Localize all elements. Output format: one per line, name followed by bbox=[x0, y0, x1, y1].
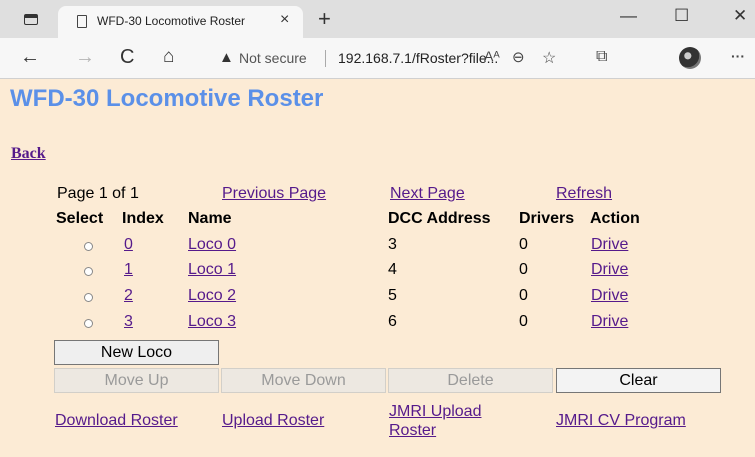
index-link-2[interactable]: 2 bbox=[124, 287, 133, 305]
url-text[interactable]: 192.168.7.1/fRoster?file... bbox=[338, 50, 498, 66]
drivers-0: 0 bbox=[519, 236, 528, 253]
select-radio-1[interactable] bbox=[84, 267, 93, 276]
drive-link-3[interactable]: Drive bbox=[591, 313, 628, 331]
browser-tab[interactable]: WFD-30 Locomotive Roster × bbox=[58, 6, 303, 38]
browser-titlebar: WFD-30 Locomotive Roster × + — ☐ ✕ bbox=[0, 0, 755, 38]
jmri-upload-line-1: JMRI Upload bbox=[389, 403, 482, 420]
warning-icon[interactable]: ▲ bbox=[219, 49, 234, 66]
jmri-upload-roster-link[interactable]: JMRI Upload Roster bbox=[389, 402, 481, 440]
upload-roster-link[interactable]: Upload Roster bbox=[222, 412, 324, 430]
new-tab-icon[interactable]: + bbox=[318, 6, 331, 32]
column-header-index: Index bbox=[122, 210, 164, 227]
move-down-button[interactable]: Move Down bbox=[221, 368, 386, 393]
tab-title: WFD-30 Locomotive Roster bbox=[97, 14, 246, 28]
forward-arrow-icon[interactable]: → bbox=[75, 46, 95, 69]
page-info: Page 1 of 1 bbox=[57, 185, 139, 202]
tab-actions-icon[interactable] bbox=[24, 14, 38, 25]
select-radio-2[interactable] bbox=[84, 293, 93, 302]
drivers-1: 0 bbox=[519, 261, 528, 278]
index-link-3[interactable]: 3 bbox=[124, 313, 133, 331]
page-title: WFD-30 Locomotive Roster bbox=[10, 85, 324, 112]
column-header-dcc-address: DCC Address bbox=[388, 210, 491, 227]
page-icon bbox=[77, 15, 87, 28]
more-menu-icon[interactable]: ··· bbox=[731, 48, 745, 64]
maximize-icon[interactable]: ☐ bbox=[674, 6, 689, 26]
browser-toolbar: ← → C ⌂ ▲ Not secure 192.168.7.1/fRoster… bbox=[0, 38, 755, 79]
clear-button[interactable]: Clear bbox=[556, 368, 721, 393]
previous-page-link[interactable]: Previous Page bbox=[222, 185, 326, 203]
select-radio-0[interactable] bbox=[84, 242, 93, 251]
read-aloud-icon[interactable]: Aᴬ bbox=[484, 48, 500, 64]
reload-icon[interactable]: C bbox=[120, 46, 134, 69]
next-page-link[interactable]: Next Page bbox=[390, 185, 465, 203]
column-header-name: Name bbox=[188, 210, 232, 227]
loco-name-link-3[interactable]: Loco 3 bbox=[188, 313, 236, 331]
back-link[interactable]: Back bbox=[11, 145, 46, 163]
new-loco-button[interactable]: New Loco bbox=[54, 340, 219, 365]
select-radio-3[interactable] bbox=[84, 319, 93, 328]
collections-icon[interactable]: ⧉ bbox=[596, 48, 607, 66]
dcc-address-3: 6 bbox=[388, 313, 397, 330]
profile-avatar[interactable] bbox=[679, 47, 701, 69]
security-label[interactable]: Not secure bbox=[239, 50, 307, 66]
drivers-3: 0 bbox=[519, 313, 528, 330]
jmri-upload-line-2: Roster bbox=[389, 422, 437, 439]
url-separator bbox=[325, 50, 326, 67]
column-header-action: Action bbox=[590, 210, 640, 227]
jmri-cv-program-link[interactable]: JMRI CV Program bbox=[556, 412, 686, 430]
drivers-2: 0 bbox=[519, 287, 528, 304]
drive-link-0[interactable]: Drive bbox=[591, 236, 628, 254]
index-link-0[interactable]: 0 bbox=[124, 236, 133, 254]
delete-button[interactable]: Delete bbox=[388, 368, 553, 393]
dcc-address-0: 3 bbox=[388, 236, 397, 253]
minimize-icon[interactable]: — bbox=[620, 6, 637, 26]
drive-link-2[interactable]: Drive bbox=[591, 287, 628, 305]
home-icon[interactable]: ⌂ bbox=[163, 46, 174, 68]
column-header-drivers: Drivers bbox=[519, 210, 575, 227]
close-window-icon[interactable]: ✕ bbox=[733, 6, 747, 26]
drive-link-1[interactable]: Drive bbox=[591, 261, 628, 279]
favorite-icon[interactable]: ☆ bbox=[542, 48, 556, 68]
back-arrow-icon[interactable]: ← bbox=[20, 46, 40, 69]
move-up-button[interactable]: Move Up bbox=[54, 368, 219, 393]
tab-close-icon[interactable]: × bbox=[280, 11, 289, 29]
download-roster-link[interactable]: Download Roster bbox=[55, 412, 178, 430]
page-content: WFD-30 Locomotive Roster Back Page 1 of … bbox=[0, 79, 755, 457]
loco-name-link-2[interactable]: Loco 2 bbox=[188, 287, 236, 305]
dcc-address-2: 5 bbox=[388, 287, 397, 304]
refresh-link[interactable]: Refresh bbox=[556, 185, 612, 203]
index-link-1[interactable]: 1 bbox=[124, 261, 133, 279]
zoom-icon[interactable]: ⊖ bbox=[512, 48, 525, 66]
dcc-address-1: 4 bbox=[388, 261, 397, 278]
loco-name-link-1[interactable]: Loco 1 bbox=[188, 261, 236, 279]
column-header-select: Select bbox=[56, 210, 104, 227]
loco-name-link-0[interactable]: Loco 0 bbox=[188, 236, 236, 254]
